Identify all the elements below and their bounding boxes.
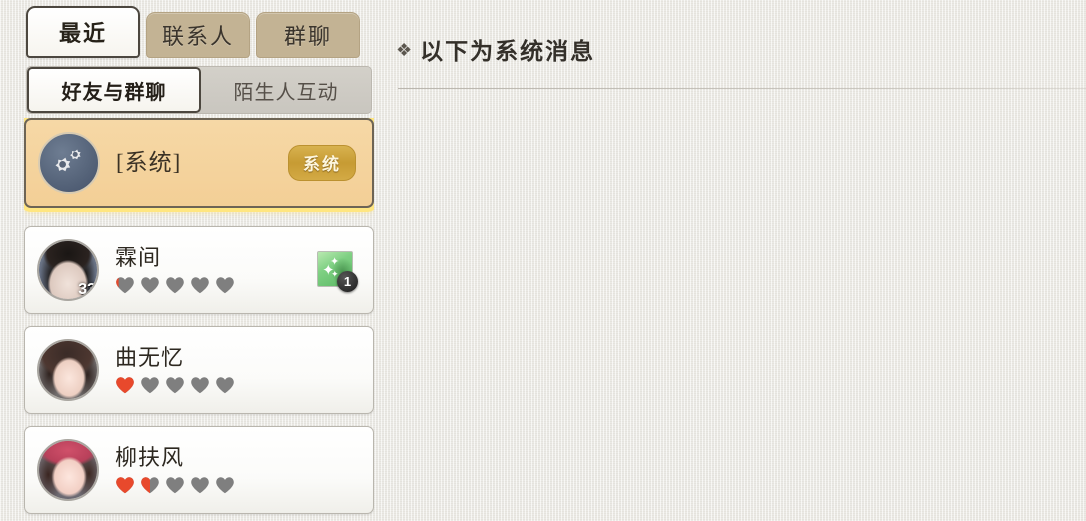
status-badge: 系统 [288, 145, 356, 181]
sub-tab-strip: 好友与群聊 陌生人互动 [26, 66, 372, 114]
heart-icon [115, 476, 135, 494]
subtab-stranger-interactions-label: 陌生人互动 [233, 81, 339, 104]
avatar: 33 [37, 239, 99, 301]
heart-icon [140, 476, 160, 494]
tab-recent[interactable]: 最近 [26, 6, 140, 58]
heart-icon [140, 376, 160, 394]
message-panel: ❖ 以下为系统消息 [380, 0, 1086, 521]
sparkle-icon: ✦ [330, 256, 340, 268]
conversation-name: 柳扶风 [115, 445, 185, 471]
affinity-hearts [115, 376, 361, 394]
conversation-info: 柳扶风 [99, 446, 361, 493]
flower-ornament-icon: ❖ [396, 40, 413, 60]
heart-icon [115, 376, 135, 394]
heart-icon [190, 276, 210, 294]
heart-icon [140, 276, 160, 294]
heart-icon [190, 376, 210, 394]
conversation-sidebar: 最近 联系人 群聊 好友与群聊 陌生人互动 [系统] 系统 33 霖间 ✦ ✦ … [0, 0, 380, 521]
conversation-name: [系统] [116, 150, 182, 176]
tab-recent-label: 最近 [58, 21, 107, 46]
heart-icon [215, 376, 235, 394]
heart-icon [165, 376, 185, 394]
conversation-name: 曲无忆 [115, 345, 185, 371]
tab-groups[interactable]: 群聊 [256, 12, 360, 58]
conversation-list[interactable]: [系统] 系统 33 霖间 ✦ ✦ ✦ 1 曲无忆 柳扶风 [24, 118, 374, 521]
main-tab-strip: 最近 联系人 群聊 [26, 6, 360, 58]
system-message-header-label: 以下为系统消息 [420, 39, 596, 64]
conversation-name: 霖间 [115, 245, 162, 271]
level-badge: 33 [78, 281, 96, 298]
system-message-header: ❖ 以下为系统消息 [396, 32, 595, 66]
subtab-friends-and-groups[interactable]: 好友与群聊 [27, 67, 201, 113]
tab-groups-label: 群聊 [283, 24, 332, 49]
conversation-info: [系统] [100, 150, 288, 175]
avatar-portrait [39, 341, 97, 399]
heart-icon [165, 276, 185, 294]
tab-contacts-label: 联系人 [161, 24, 234, 49]
avatar-portrait [39, 441, 97, 499]
conversation-row-quwuyi[interactable]: 曲无忆 [24, 326, 374, 414]
gears-icon [38, 132, 100, 194]
heart-icon [215, 276, 235, 294]
affinity-hearts [115, 276, 317, 294]
affinity-hearts [115, 476, 361, 494]
heart-icon [115, 276, 135, 294]
gift-count: 1 [337, 271, 358, 292]
conversation-row-liufufeng[interactable]: 柳扶风 [24, 426, 374, 514]
subtab-friends-and-groups-label: 好友与群聊 [61, 81, 167, 104]
conversation-info: 霖间 [99, 246, 317, 293]
gift-item-badge[interactable]: ✦ ✦ ✦ 1 [317, 251, 358, 292]
subtab-stranger-interactions[interactable]: 陌生人互动 [201, 67, 371, 113]
heart-icon [215, 476, 235, 494]
conversation-row-system[interactable]: [系统] 系统 [24, 118, 374, 208]
heart-icon [165, 476, 185, 494]
conversation-row-linjian[interactable]: 33 霖间 ✦ ✦ ✦ 1 [24, 226, 374, 314]
conversation-info: 曲无忆 [99, 346, 361, 393]
header-divider [398, 88, 1086, 89]
avatar [37, 439, 99, 501]
heart-icon [190, 476, 210, 494]
avatar [37, 339, 99, 401]
tab-contacts[interactable]: 联系人 [146, 12, 250, 58]
chat-screen: 最近 联系人 群聊 好友与群聊 陌生人互动 [系统] 系统 33 霖间 ✦ ✦ … [0, 0, 1086, 521]
